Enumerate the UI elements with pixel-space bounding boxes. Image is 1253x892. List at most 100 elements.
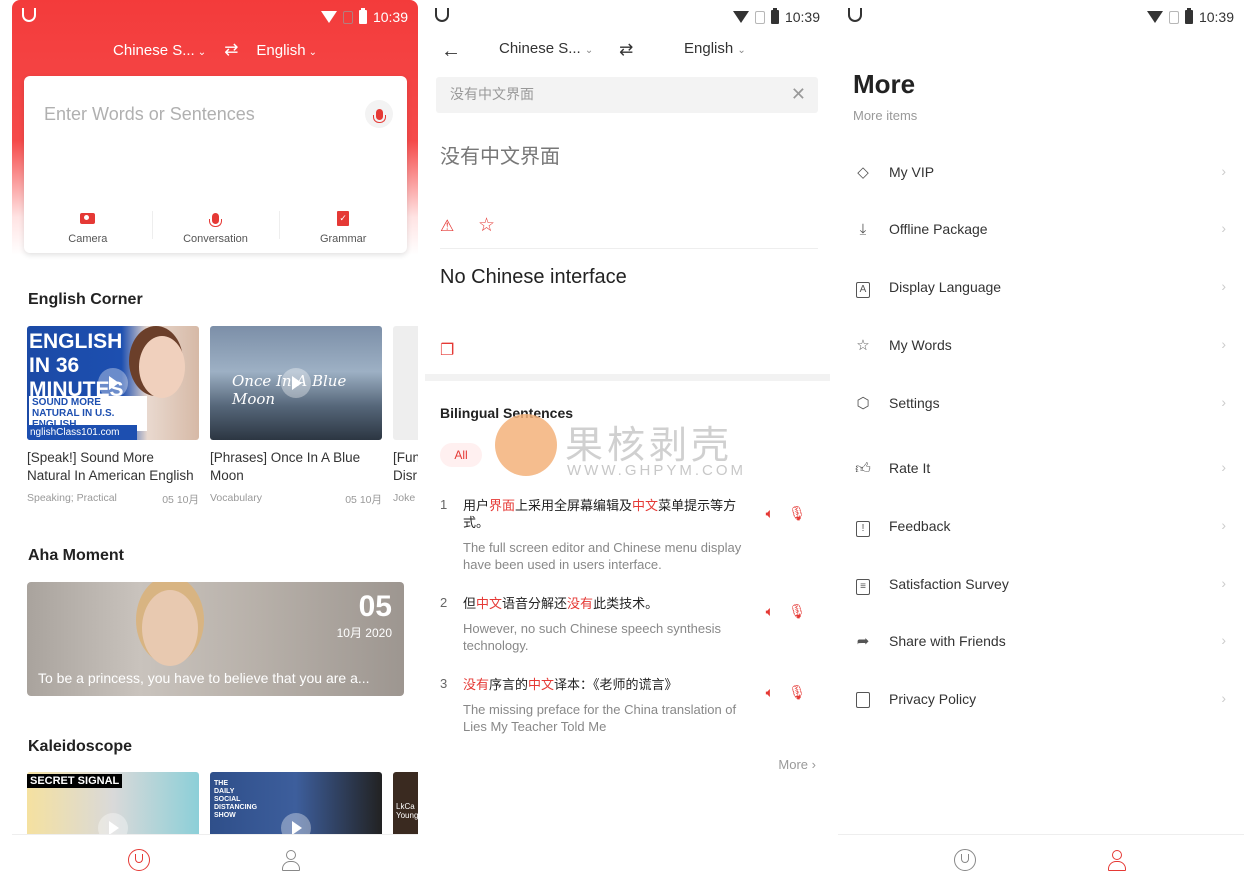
- more-screen: 10:39 More More items ◇ My VIP › ⤓ Offli…: [838, 0, 1244, 892]
- report-icon[interactable]: ⚠: [440, 216, 454, 236]
- source-text: 没有中文界面: [440, 146, 560, 168]
- menu-item-offline-package[interactable]: ⤓ Offline Package ›: [853, 215, 1226, 245]
- page-subtitle: More items: [853, 108, 918, 123]
- menu-item-privacy-policy[interactable]: Privacy Policy ›: [853, 685, 1226, 715]
- watermark-url: WWW.GHPYM.COM: [567, 462, 746, 479]
- status-bar: 10:39: [12, 0, 418, 34]
- aha-moment-card[interactable]: 05 10月 2020 To be a princess, you have t…: [27, 582, 404, 696]
- swap-languages-icon[interactable]: ⇄: [619, 40, 633, 60]
- menu-item-satisfaction-survey[interactable]: ≡ Satisfaction Survey ›: [853, 570, 1226, 600]
- presenter-image: [139, 336, 185, 398]
- target-language-dropdown[interactable]: English ⌄: [256, 42, 317, 59]
- status-bar: 10:39: [838, 0, 1244, 34]
- language-selector: Chinese S... ⌄ ⇄ English ⌄: [12, 38, 418, 62]
- speaker-icon[interactable]: 🔈︎: [766, 505, 774, 522]
- clear-icon[interactable]: ✕: [791, 84, 806, 105]
- menu-item-rate-it[interactable]: 👍︎ Rate It ›: [853, 454, 1226, 484]
- english-corner-title: English Corner: [28, 291, 143, 308]
- chevron-right-icon: ›: [1221, 517, 1226, 533]
- chevron-right-icon: ›: [1221, 336, 1226, 352]
- speaker-icon[interactable]: 🔈︎: [766, 603, 774, 620]
- menu-item-share-with-friends[interactable]: ➦ Share with Friends ›: [853, 627, 1226, 657]
- record-icon[interactable]: 🎙︎: [788, 603, 806, 620]
- video-title: [Speak!] Sound More Natural In American …: [27, 450, 194, 483]
- chevron-down-icon: ⌄: [308, 46, 317, 58]
- menu-item-my-words[interactable]: ☆ My Words ›: [853, 331, 1226, 361]
- sentence-english: The full screen editor and Chinese menu …: [463, 540, 742, 572]
- sentence-chinese: 没有序言的中文译本：《老师的谎言》: [463, 676, 758, 693]
- sentence-chinese: 用户界面上采用全屏幕编辑及中文菜单提示等方式。: [463, 497, 758, 531]
- star-icon[interactable]: ☆: [478, 214, 495, 237]
- menu-item-settings[interactable]: ⬡ Settings ›: [853, 389, 1226, 419]
- thumbnail-text: SECRET SIGNAL: [27, 774, 123, 788]
- language-icon: A: [853, 278, 873, 298]
- share-icon: ➦: [856, 633, 870, 650]
- more-sentences-link[interactable]: More ›: [778, 757, 816, 772]
- video-card[interactable]: Once In A Blue Moon [Phrases] Once In A …: [210, 326, 382, 507]
- filter-all-chip[interactable]: All: [440, 443, 482, 467]
- menu-item-label: My Words: [889, 337, 952, 353]
- translate-input[interactable]: [44, 104, 344, 125]
- sentence-fragment: 上采用全屏幕编辑及: [515, 498, 633, 513]
- camera-button[interactable]: Camera: [24, 207, 152, 245]
- tab-profile-icon[interactable]: [280, 849, 302, 871]
- menu-item-feedback[interactable]: ! Feedback ›: [853, 512, 1226, 542]
- play-icon: [281, 368, 311, 398]
- conversation-button[interactable]: Conversation: [151, 207, 280, 245]
- source-language-dropdown[interactable]: Chinese S... ⌄: [113, 42, 206, 59]
- thumbnail-text: ENGLISH IN 36 MINUTES: [29, 330, 124, 401]
- watermark: 果核剥壳 WWW.GHPYM.COM: [495, 410, 765, 490]
- kaleidoscope-title: Kaleidoscope: [28, 738, 133, 755]
- wifi-icon: [320, 11, 337, 23]
- sentence-fragment: 序言的: [489, 677, 529, 692]
- status-time: 10:39: [784, 9, 820, 25]
- thumbnail-text: LkCa Young: [396, 802, 418, 820]
- target-language-label: English: [256, 41, 306, 59]
- menu-item-label: Feedback: [889, 518, 951, 534]
- chevron-down-icon: ⌄: [737, 45, 746, 56]
- menu-item-display-language[interactable]: A Display Language ›: [853, 273, 1226, 303]
- menu-item-label: Share with Friends: [889, 633, 1006, 649]
- tab-home-icon[interactable]: [128, 849, 150, 871]
- kaleidoscope-video-card[interactable]: LkCa Young: [393, 772, 418, 836]
- tool-row: Camera Conversation ✓ Grammar: [24, 207, 407, 245]
- back-arrow-icon[interactable]: ←: [441, 40, 461, 63]
- menu-item-my-vip[interactable]: ◇ My VIP ›: [853, 158, 1226, 188]
- chevron-right-icon: ›: [1221, 394, 1226, 410]
- watermark-logo: [495, 414, 557, 476]
- video-tags: Speaking; Practical: [27, 492, 117, 504]
- sentence-number: 2: [440, 595, 448, 610]
- sentence-english: The missing preface for the China transl…: [463, 702, 737, 734]
- chevron-right-icon: ›: [1221, 632, 1226, 648]
- video-card[interactable]: ENGLISH IN 36 MINUTES SOUND MORE NATURAL…: [27, 326, 199, 507]
- search-input[interactable]: [450, 86, 770, 102]
- chevron-right-icon: ›: [1221, 575, 1226, 591]
- kaleidoscope-video-card[interactable]: SECRET SIGNAL: [27, 772, 199, 836]
- thumbnail-text: THE DAILY SOCIAL DISTANCING SHOW: [214, 780, 258, 819]
- translation-text: No Chinese interface: [440, 266, 627, 288]
- copy-icon[interactable]: ❐: [440, 340, 454, 360]
- target-language-dropdown[interactable]: English ⌄: [684, 40, 746, 57]
- kaleidoscope-video-card[interactable]: THE DAILY SOCIAL DISTANCING SHOW: [210, 772, 382, 836]
- video-tags: Joke: [393, 492, 416, 504]
- bottom-tab-bar: [12, 834, 418, 892]
- chevron-right-icon: ›: [1221, 459, 1226, 475]
- record-icon[interactable]: 🎙︎: [788, 505, 806, 522]
- highlighted-term: 没有: [463, 677, 490, 692]
- record-icon[interactable]: 🎙︎: [788, 684, 806, 701]
- sentence-fragment: 译本：《老师的谎言》: [554, 677, 678, 692]
- voice-input-button[interactable]: [365, 100, 393, 128]
- video-card[interactable]: [Fun Disr Joke: [393, 326, 418, 504]
- chevron-right-icon: ›: [811, 757, 816, 772]
- tab-profile-icon[interactable]: [1106, 849, 1128, 871]
- grammar-button[interactable]: ✓ Grammar: [279, 207, 407, 245]
- grammar-icon: ✓: [337, 210, 350, 226]
- swap-languages-icon[interactable]: ⇄: [224, 40, 238, 60]
- bilingual-sentences-title: Bilingual Sentences: [440, 405, 574, 421]
- source-language-dropdown[interactable]: Chinese S... ⌄: [499, 40, 593, 57]
- speaker-icon[interactable]: 🔈︎: [766, 684, 774, 701]
- source-language-label: Chinese S...: [113, 41, 195, 59]
- app-logo-icon: [435, 8, 449, 22]
- tab-home-icon[interactable]: [954, 849, 976, 871]
- grammar-label: Grammar: [319, 233, 367, 245]
